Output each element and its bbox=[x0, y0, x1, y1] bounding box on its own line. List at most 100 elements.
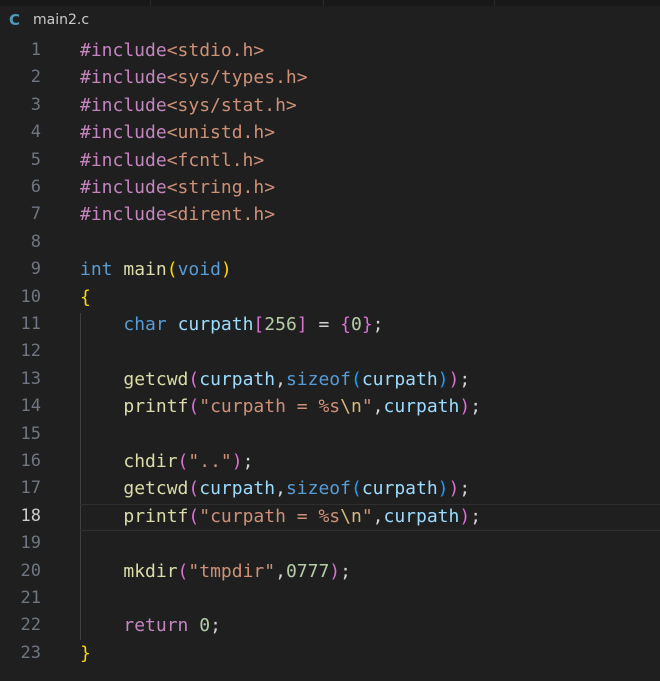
code-token: = bbox=[307, 314, 341, 335]
code-line[interactable]: 4 #include<unistd.h> bbox=[0, 119, 660, 146]
code-text[interactable]: #include<stdio.h> bbox=[80, 37, 264, 64]
code-token: <dirent.h> bbox=[166, 204, 276, 226]
code-line[interactable]: 3 #include<sys/stat.h> bbox=[0, 92, 660, 119]
code-line[interactable]: 20 mkdir("tmpdir",0777); bbox=[0, 558, 660, 585]
line-number: 19 bbox=[20, 533, 41, 554]
code-text[interactable]: mkdir("tmpdir",0777); bbox=[80, 558, 351, 585]
code-token: \n bbox=[340, 505, 362, 527]
code-text[interactable]: #include<fcntl.h> bbox=[80, 147, 264, 174]
code-line[interactable]: 5 #include<fcntl.h> bbox=[0, 147, 660, 174]
code-text[interactable]: getcwd(curpath,sizeof(curpath)); bbox=[80, 475, 470, 502]
code-line[interactable]: 6 #include<string.h> bbox=[0, 174, 660, 201]
code-text[interactable]: #include<sys/types.h> bbox=[80, 64, 308, 91]
code-token: ( bbox=[350, 478, 362, 500]
code-editor[interactable]: 1 #include<stdio.h> 2 #include<sys/types.h>… bbox=[0, 36, 660, 681]
code-text[interactable]: getcwd(curpath,sizeof(curpath)); bbox=[80, 366, 470, 393]
code-line[interactable]: 21 bbox=[0, 585, 660, 612]
c-language-icon: C bbox=[9, 11, 21, 29]
code-token: curpath bbox=[199, 478, 276, 500]
code-token: ) bbox=[459, 505, 471, 527]
code-token: curpath bbox=[383, 505, 460, 527]
line-number: 2 bbox=[30, 67, 41, 88]
code-token: chdir bbox=[123, 451, 178, 472]
file-breadcrumb[interactable]: C main2.c bbox=[0, 6, 99, 34]
code-line[interactable]: 15 bbox=[0, 421, 660, 448]
code-token: ; bbox=[459, 478, 471, 500]
code-line[interactable]: 12 bbox=[0, 338, 660, 365]
code-token: , bbox=[275, 368, 286, 390]
code-token: ( bbox=[350, 368, 362, 390]
code-text[interactable]: #include<sys/stat.h> bbox=[80, 92, 297, 119]
line-number: 5 bbox=[30, 149, 41, 170]
code-line[interactable]: 9 int main(void) bbox=[0, 256, 660, 283]
code-token: curpath bbox=[383, 396, 460, 418]
code-text[interactable]: #include<dirent.h> bbox=[80, 201, 275, 228]
code-text[interactable]: #include<string.h> bbox=[80, 174, 275, 201]
file-name[interactable]: main2.c bbox=[33, 12, 89, 28]
line-number: 7 bbox=[30, 204, 41, 225]
code-text[interactable]: printf("curpath = %s\n",curpath); bbox=[80, 503, 481, 530]
code-token: curpath bbox=[177, 314, 254, 335]
code-line[interactable]: 8 bbox=[0, 229, 660, 256]
code-line[interactable]: 17 getcwd(curpath,sizeof(curpath)); bbox=[0, 475, 660, 502]
code-text[interactable]: char curpath[256] = {0}; bbox=[80, 311, 384, 338]
line-number: 13 bbox=[20, 368, 41, 389]
code-token: "curpath = %s bbox=[199, 505, 341, 527]
code-line[interactable]: 23} bbox=[0, 640, 660, 667]
code-line[interactable]: 10 { bbox=[0, 284, 660, 311]
code-token: 256 bbox=[264, 314, 297, 335]
code-token: ) bbox=[231, 451, 243, 472]
code-token: <stdio.h> bbox=[166, 40, 265, 61]
code-token: #include bbox=[80, 40, 167, 61]
code-token: 0777 bbox=[285, 560, 330, 582]
code-line[interactable]: 22 return 0; bbox=[0, 612, 660, 639]
code-text[interactable]: int main(void) bbox=[80, 256, 232, 283]
code-text[interactable]: { bbox=[80, 284, 91, 311]
code-token: getcwd bbox=[123, 368, 189, 390]
code-line[interactable]: 18 printf("curpath = %s\n",curpath); bbox=[0, 503, 660, 530]
code-token: { bbox=[80, 286, 91, 308]
line-number: 18 bbox=[20, 505, 41, 526]
code-line[interactable]: 19 bbox=[0, 530, 660, 557]
line-number: 16 bbox=[20, 451, 41, 471]
code-token: ( bbox=[188, 368, 200, 390]
code-token: , bbox=[372, 396, 384, 418]
code-token: #include bbox=[80, 67, 167, 89]
code-token: ; bbox=[470, 505, 482, 527]
code-token: , bbox=[275, 560, 286, 582]
code-token: #include bbox=[80, 94, 167, 116]
code-line[interactable]: 16 chdir(".."); bbox=[0, 448, 660, 475]
line-number: 14 bbox=[20, 396, 41, 417]
code-token: ; bbox=[372, 314, 384, 335]
code-token: ) bbox=[448, 478, 460, 500]
line-number: 10 bbox=[20, 286, 41, 307]
code-token: ; bbox=[242, 451, 254, 472]
code-token: ( bbox=[188, 505, 200, 527]
code-token: ) bbox=[220, 259, 232, 281]
code-line[interactable]: 13 getcwd(curpath,sizeof(curpath)); bbox=[0, 366, 660, 393]
line-number: 20 bbox=[20, 560, 41, 581]
code-text[interactable]: printf("curpath = %s\n",curpath); bbox=[80, 393, 481, 420]
code-line[interactable]: 11 char curpath[256] = {0}; bbox=[0, 311, 660, 338]
code-text[interactable]: } bbox=[80, 640, 91, 667]
code-line[interactable]: 2 #include<sys/types.h> bbox=[0, 64, 660, 91]
code-text[interactable]: return 0; bbox=[80, 612, 221, 639]
code-token: "curpath = %s bbox=[199, 396, 341, 418]
code-token: return bbox=[123, 615, 189, 637]
code-token: sizeof bbox=[285, 478, 351, 500]
code-text[interactable]: chdir(".."); bbox=[80, 448, 253, 475]
line-number: 8 bbox=[30, 231, 41, 252]
code-line[interactable]: 14 printf("curpath = %s\n",curpath); bbox=[0, 393, 660, 420]
line-number: 1 bbox=[30, 40, 41, 60]
code-token: curpath bbox=[199, 368, 276, 390]
code-text[interactable]: #include<unistd.h> bbox=[80, 119, 275, 146]
code-token: #include bbox=[80, 177, 167, 198]
code-line[interactable]: 1 #include<stdio.h> bbox=[0, 37, 660, 64]
code-line[interactable]: 7 #include<dirent.h> bbox=[0, 201, 660, 228]
